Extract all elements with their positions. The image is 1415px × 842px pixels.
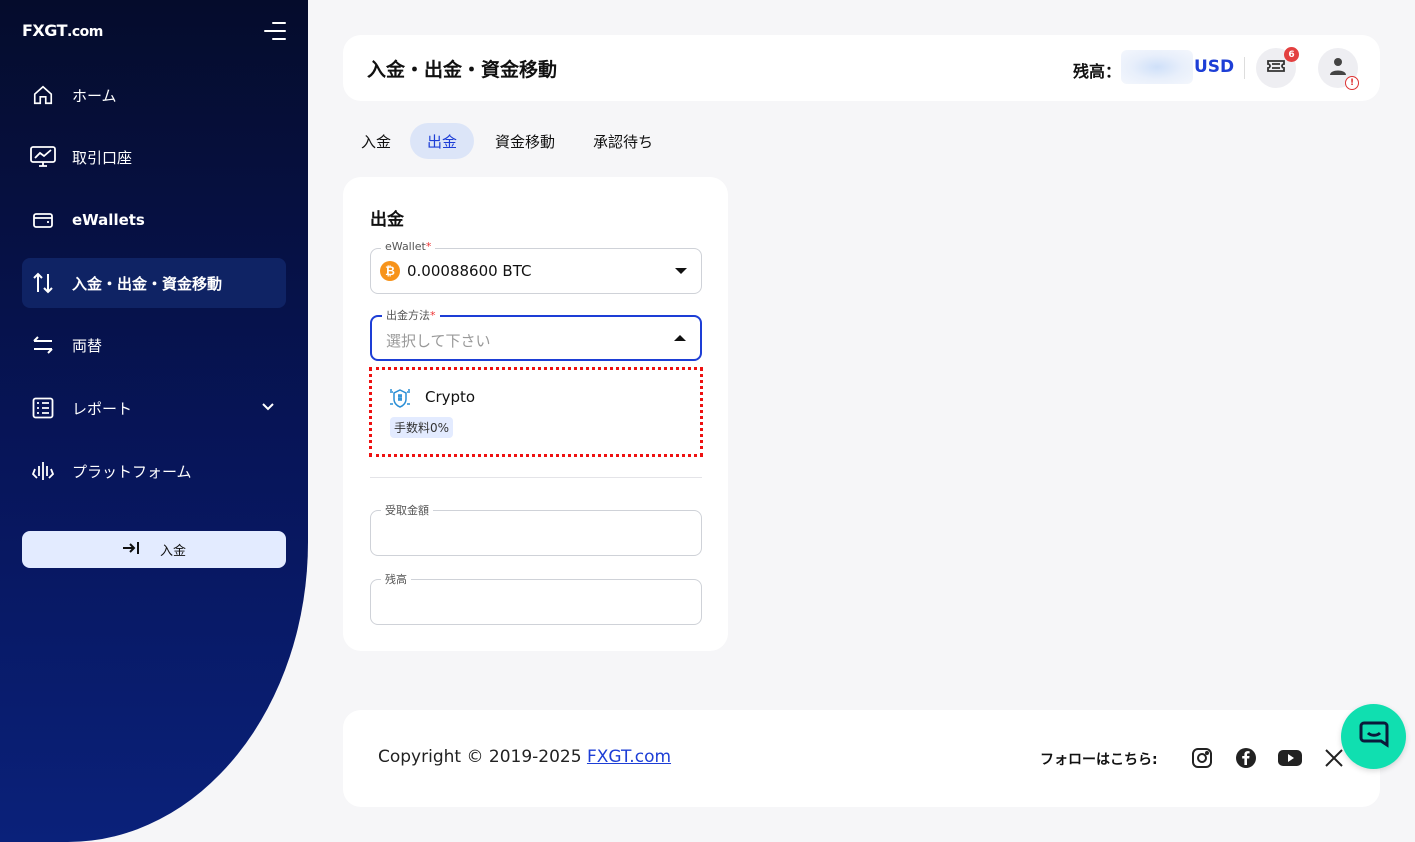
platform-icon [30,458,56,484]
sidebar-item-home[interactable]: ホーム [22,70,286,120]
user-avatar-icon [1328,56,1348,80]
home-icon [30,82,56,108]
receive-amount-label: 受取金額 [381,502,433,518]
tab-label: 入金 [361,132,392,151]
ewallet-label: eWallet* [381,240,436,253]
tab-transfer[interactable]: 資金移動 [478,123,572,159]
method-placeholder: 選択して下さい [386,332,491,350]
chart-monitor-icon [30,144,56,170]
transfer-arrows-icon [30,270,56,296]
fxgt-link[interactable]: FXGT.com [587,747,671,767]
arrow-into-icon [122,541,140,559]
sidebar-item-label: 入金・出金・資金移動 [72,274,223,293]
sidebar-item-exchange[interactable]: 両替 [22,320,286,370]
chevron-down-icon[interactable] [260,399,276,419]
sidebar-item-label: 両替 [72,336,103,355]
divider [1244,57,1245,79]
card-title: 出金 [370,210,404,230]
footer: Copyright © 2019-2025 FXGT.com フォローはこちら: [343,710,1380,807]
crypto-option-label: Crypto [425,388,476,406]
receive-amount-field[interactable]: 受取金額 [370,502,702,556]
page-title: 入金・出金・資金移動 [367,59,558,81]
divider [370,477,702,478]
sidebar-item-label: 取引口座 [72,148,133,167]
sidebar-item-label: プラットフォーム [72,462,192,481]
chat-button[interactable] [1341,704,1406,769]
report-list-icon [30,395,56,421]
balance-field[interactable]: 残高 [370,571,702,625]
facebook-icon[interactable] [1233,745,1259,771]
withdraw-method-select[interactable]: 出金方法* 選択して下さい [370,307,702,361]
currency-label[interactable]: USD [1194,57,1234,77]
sidebar-item-deposit-withdraw-transfer[interactable]: 入金・出金・資金移動 [22,258,286,308]
tab-label: 出金 [427,132,458,151]
ewallet-select[interactable]: eWallet* ₿ 0.00088600 BTC [370,240,702,294]
sidebar-item-label: ホーム [72,86,117,105]
ticket-icon [1266,58,1286,78]
sidebar-item-reports[interactable]: レポート [22,383,286,433]
caret-up-icon [674,335,686,341]
tab-pending[interactable]: 承認待ち [576,123,670,159]
bitcoin-icon: ₿ [380,261,400,281]
tab-withdraw[interactable]: 出金 [410,123,475,159]
caret-down-icon [675,268,687,274]
sidebar-item-ewallets[interactable]: eWallets [22,195,286,245]
crypto-icon [388,386,412,410]
sidebar-item-platforms[interactable]: プラットフォーム [22,446,286,496]
balance-value-blurred [1121,50,1193,84]
balance-field-label: 残高 [381,571,411,587]
tab-deposit[interactable]: 入金 [344,123,408,159]
youtube-icon[interactable] [1277,745,1303,771]
wallet-icon [30,207,56,233]
copyright-text: Copyright © 2019-2025 FXGT.com [378,747,672,767]
menu-toggle-icon[interactable] [264,22,288,42]
tab-label: 承認待ち [593,132,654,151]
chat-bubble-icon [1358,720,1390,754]
withdraw-card: 出金 eWallet* ₿ 0.00088600 BTC 出金方法* 選択して下… [343,177,728,651]
alert-icon: ! [1345,76,1359,90]
method-label: 出金方法* [382,307,440,323]
fxgt-logo[interactable]: FXGT.com [22,21,103,40]
balance-label: 残高： [1073,62,1122,81]
sidebar: FXGT.com ホーム 取引口座 eWallets 入金・出金・資金移動 両替 [0,0,308,842]
sidebar-item-label: eWallets [72,211,145,229]
sidebar-item-label: レポート [72,399,133,418]
deposit-button[interactable]: 入金 [22,531,286,568]
exchange-icon [30,332,56,358]
ewallet-value: 0.00088600 BTC [407,262,532,280]
notification-badge: 6 [1284,47,1299,62]
follow-label: フォローはこちら: [1040,752,1158,768]
fee-badge: 手数料0% [390,417,454,438]
deposit-button-label: 入金 [159,544,186,559]
tab-label: 資金移動 [495,132,556,151]
sidebar-item-trading-accounts[interactable]: 取引口座 [22,132,286,182]
instagram-icon[interactable] [1189,745,1215,771]
crypto-option[interactable]: Crypto 手数料0% [369,367,703,457]
page-header: 入金・出金・資金移動 残高： USD 6 ! [343,35,1380,101]
